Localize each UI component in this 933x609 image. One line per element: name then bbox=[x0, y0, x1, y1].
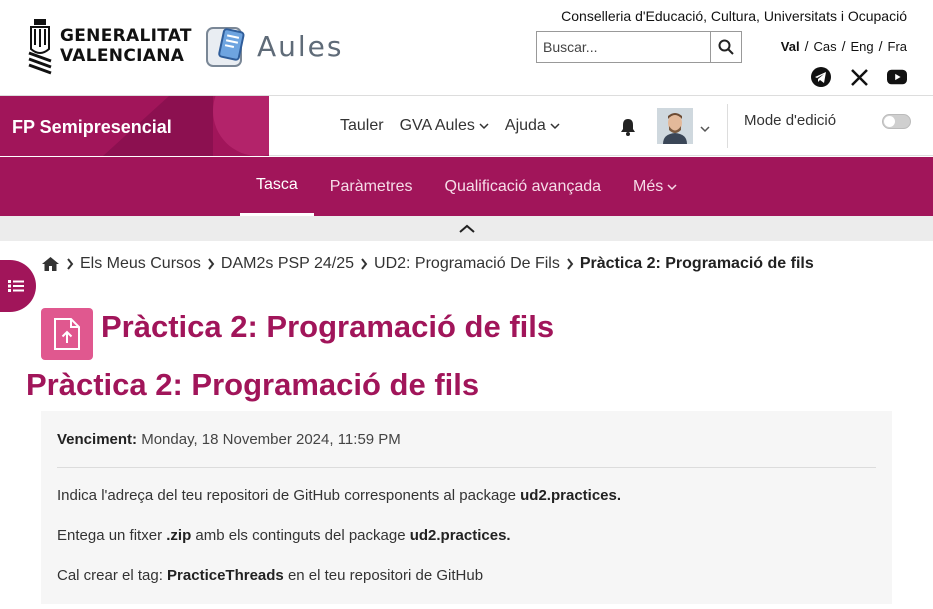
breadcrumb: Els Meus Cursos DAM2s PSP 24/25 UD2: Pro… bbox=[41, 255, 814, 273]
due-date: Venciment: Monday, 18 November 2024, 11:… bbox=[57, 431, 401, 448]
main-navbar: FP Semipresencial Tauler GVA Aules Ajuda bbox=[0, 96, 933, 156]
tab-label: Més bbox=[633, 177, 664, 195]
divider bbox=[57, 467, 876, 468]
tab-qualificacio-avancada[interactable]: Qualificació avançada bbox=[429, 157, 618, 216]
gva-line-2: VALENCIANA bbox=[60, 46, 185, 66]
lang-eng[interactable]: Eng bbox=[850, 39, 873, 54]
aules-name: Aules bbox=[257, 29, 344, 63]
instruction-text: amb els continguts del package bbox=[191, 527, 410, 544]
social-links bbox=[811, 66, 907, 88]
breadcrumb-item[interactable]: UD2: Programació De Fils bbox=[374, 255, 560, 273]
notifications-bell-icon[interactable] bbox=[620, 118, 636, 141]
tab-label: Qualificació avançada bbox=[444, 177, 602, 195]
nav-item-tauler[interactable]: Tauler bbox=[340, 117, 384, 135]
due-label: Venciment: bbox=[57, 431, 138, 448]
lang-val[interactable]: Val bbox=[781, 39, 800, 54]
search-icon bbox=[718, 39, 734, 55]
chevron-right-icon bbox=[360, 258, 368, 270]
lang-separator: / bbox=[841, 38, 846, 54]
gva-line-1: GENERALITAT bbox=[60, 26, 192, 46]
chevron-right-icon bbox=[207, 258, 215, 270]
instruction-bold: ud2.practices. bbox=[520, 487, 622, 504]
secondary-nav: Tasca Paràmetres Qualificació avançada M… bbox=[0, 157, 933, 216]
instruction-text: Cal crear el tag: bbox=[57, 567, 168, 584]
tab-label: Tasca bbox=[256, 176, 298, 193]
assignment-description: Venciment: Monday, 18 November 2024, 11:… bbox=[41, 411, 892, 604]
breadcrumb-item[interactable]: DAM2s PSP 24/25 bbox=[221, 255, 354, 273]
edit-mode-label: Mode d'edició bbox=[744, 112, 837, 129]
chevron-down-icon bbox=[550, 123, 560, 130]
coat-of-arms-icon bbox=[28, 19, 52, 75]
brand-decoration bbox=[213, 96, 269, 156]
instruction-bold: PracticeThreads bbox=[167, 567, 284, 584]
language-switcher: Val / Cas / Eng / Fra bbox=[781, 38, 907, 54]
chevron-up-icon bbox=[458, 224, 475, 233]
nav-item-label: GVA Aules bbox=[399, 117, 475, 134]
instruction-paragraph: Indica l'adreça del teu repositori de Gi… bbox=[57, 487, 621, 504]
nav-item-label: Tauler bbox=[340, 117, 384, 134]
chevron-right-icon bbox=[66, 258, 74, 270]
search-button[interactable] bbox=[711, 32, 741, 62]
site-name: FP Semipresencial bbox=[12, 117, 172, 137]
aules-logo[interactable]: Aules bbox=[205, 24, 344, 68]
chevron-right-icon bbox=[566, 258, 574, 270]
nav-item-label: Ajuda bbox=[504, 117, 546, 134]
due-value: Monday, 18 November 2024, 11:59 PM bbox=[141, 431, 401, 448]
instruction-paragraph: Entega un fitxer .zip amb els continguts… bbox=[57, 527, 511, 544]
nav-item-ajuda[interactable]: Ajuda bbox=[505, 117, 560, 135]
lang-cas[interactable]: Cas bbox=[813, 39, 836, 54]
telegram-icon[interactable] bbox=[811, 66, 831, 88]
toggle-knob bbox=[884, 116, 895, 127]
generalitat-logo[interactable]: GENERALITAT VALENCIANA bbox=[26, 15, 192, 77]
lang-fra[interactable]: Fra bbox=[888, 39, 908, 54]
edit-mode-toggle[interactable] bbox=[882, 114, 911, 129]
search-input[interactable] bbox=[537, 32, 711, 62]
primary-nav: Tauler GVA Aules Ajuda bbox=[340, 117, 560, 135]
instruction-text: en el teu repositori de GitHub bbox=[283, 567, 484, 584]
course-index-toggle[interactable] bbox=[0, 260, 36, 312]
instruction-text: Entega un fitxer bbox=[57, 527, 167, 544]
tab-parametres[interactable]: Paràmetres bbox=[314, 157, 429, 216]
user-avatar[interactable] bbox=[657, 108, 693, 144]
home-icon[interactable] bbox=[41, 256, 60, 272]
chevron-down-icon bbox=[667, 183, 677, 190]
instruction-text: Indica l'adreça del teu repositori de Gi… bbox=[57, 487, 521, 504]
chevron-down-icon[interactable] bbox=[700, 120, 710, 138]
instruction-bold: ud2.practices. bbox=[409, 527, 511, 544]
site-header: GENERALITAT VALENCIANA Aules Conselleria… bbox=[0, 0, 933, 96]
list-icon bbox=[8, 280, 24, 292]
collapse-header-button[interactable] bbox=[0, 216, 933, 241]
chevron-down-icon bbox=[479, 123, 489, 130]
assignment-icon bbox=[41, 308, 93, 360]
activity-title: Pràctica 2: Programació de fils bbox=[26, 367, 480, 402]
conselleria-name: Conselleria d'Educació, Cultura, Univers… bbox=[561, 8, 907, 24]
tab-tasca[interactable]: Tasca bbox=[240, 157, 314, 216]
search-form bbox=[536, 31, 742, 63]
breadcrumb-current: Pràctica 2: Programació de fils bbox=[579, 255, 814, 272]
instruction-paragraph: Cal crear el tag: PracticeThreads en el … bbox=[57, 567, 483, 584]
x-icon[interactable] bbox=[849, 66, 869, 88]
instruction-bold: .zip bbox=[166, 527, 192, 544]
brand-block[interactable]: FP Semipresencial bbox=[0, 96, 269, 156]
lang-separator: / bbox=[804, 38, 809, 54]
nav-item-gva-aules[interactable]: GVA Aules bbox=[400, 117, 489, 135]
lang-separator: / bbox=[878, 38, 883, 54]
divider bbox=[727, 104, 728, 148]
page-title: Pràctica 2: Programació de fils bbox=[101, 309, 555, 344]
youtube-icon[interactable] bbox=[887, 66, 907, 88]
breadcrumb-item[interactable]: Els Meus Cursos bbox=[80, 255, 201, 273]
tab-mes[interactable]: Més bbox=[617, 157, 693, 216]
tab-label: Paràmetres bbox=[329, 177, 413, 195]
aules-book-icon bbox=[206, 27, 245, 67]
